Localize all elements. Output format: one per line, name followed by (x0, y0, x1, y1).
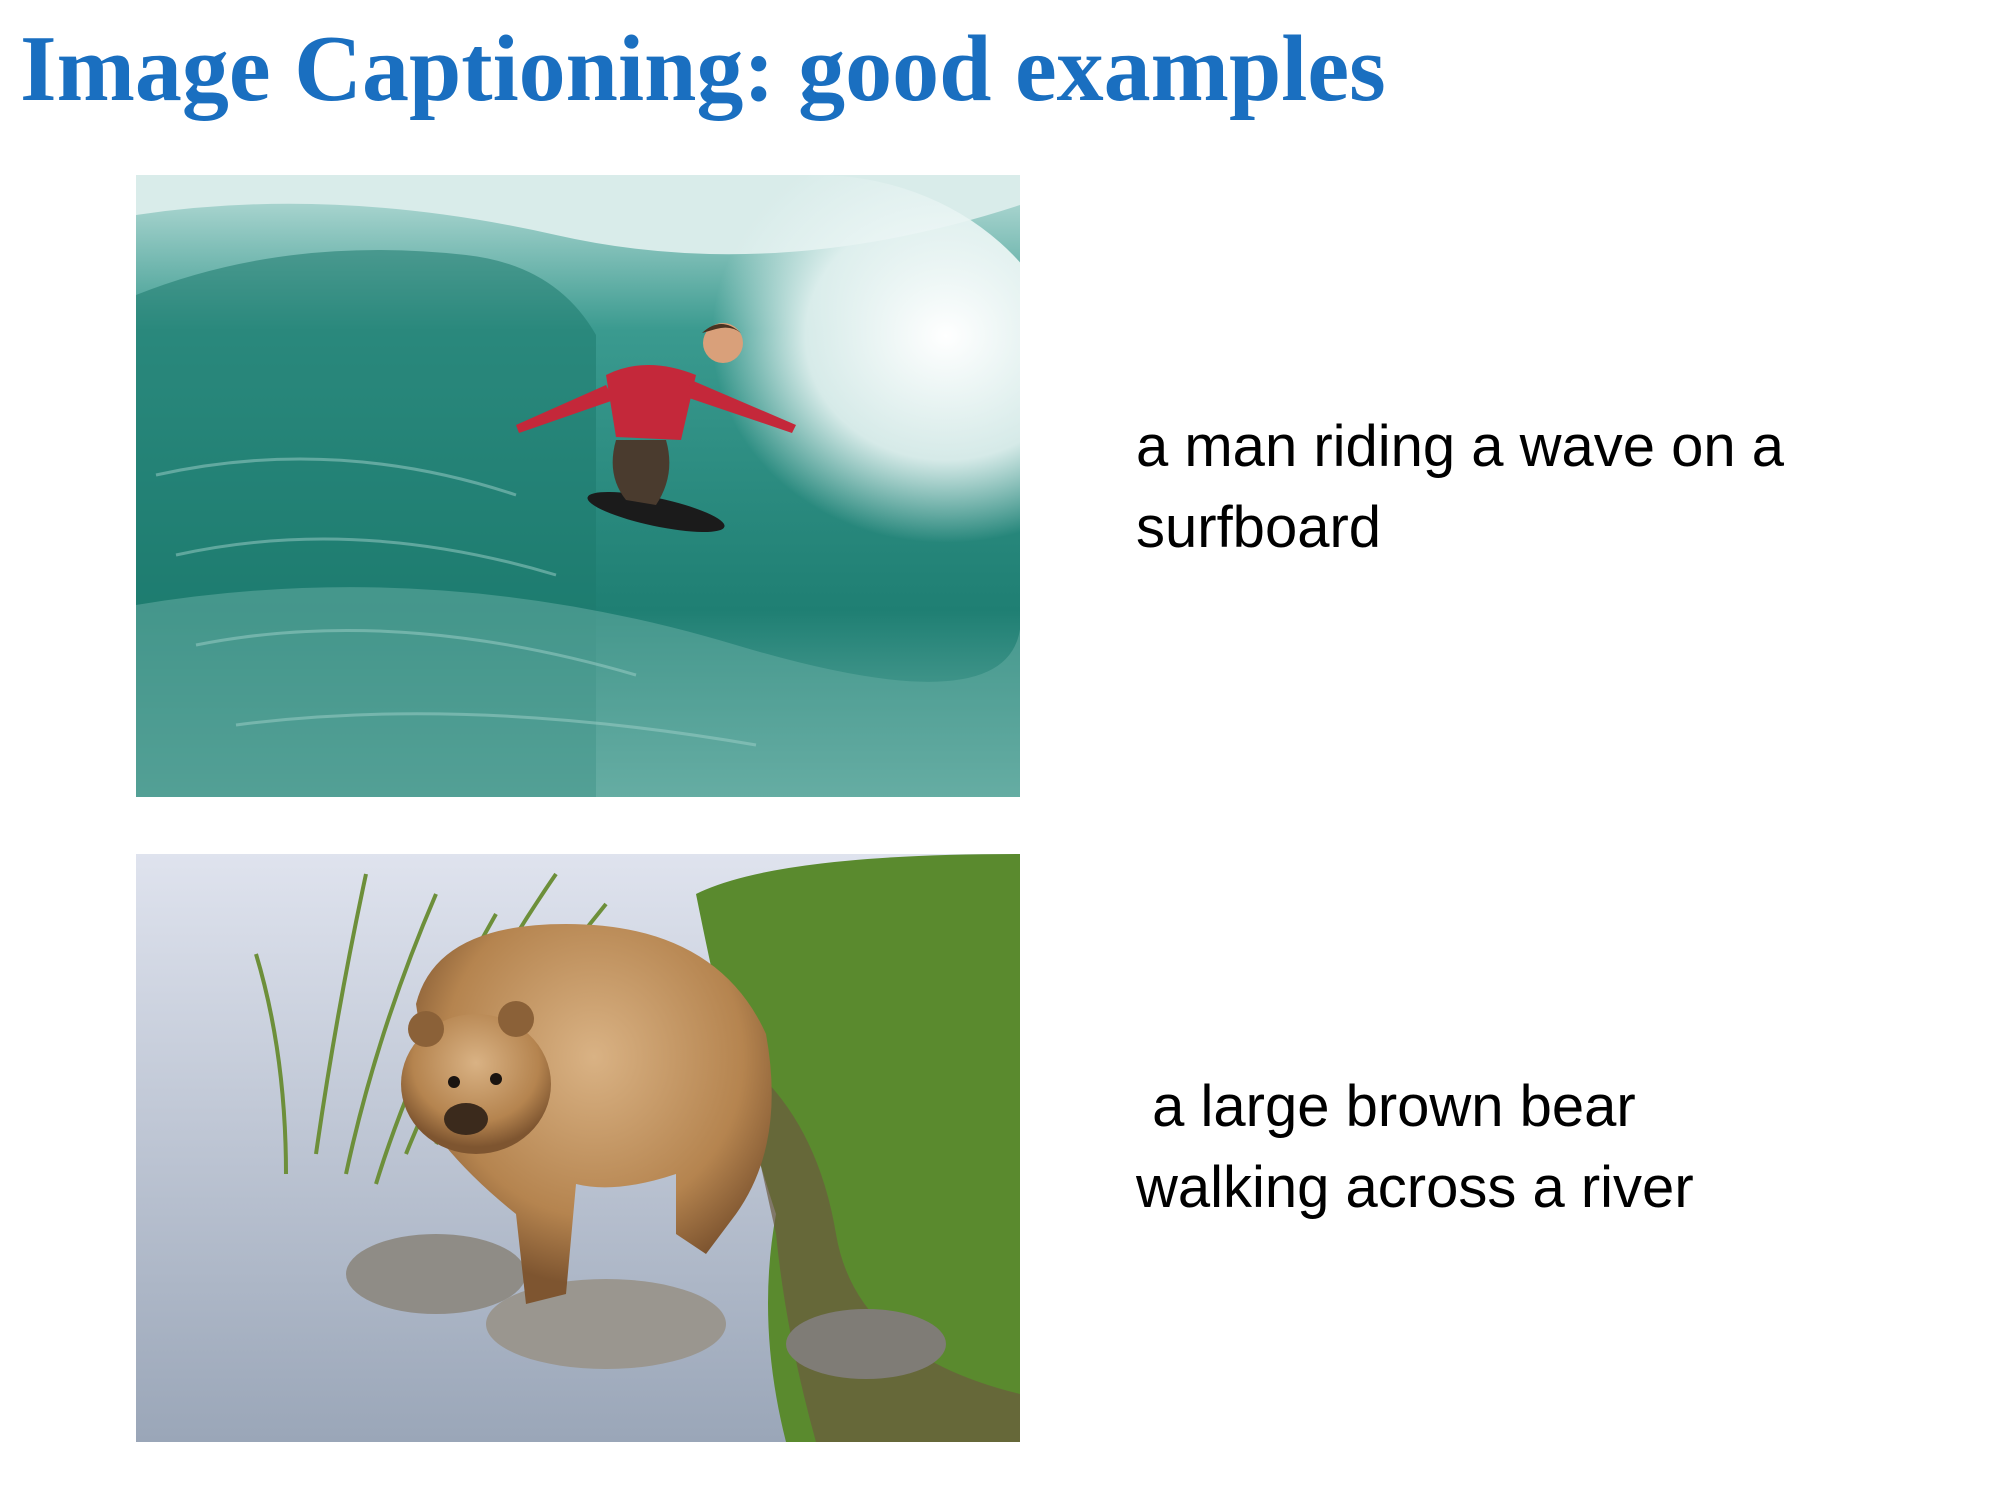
brown-bear-photo (136, 854, 1020, 1442)
caption-surfer: a man riding a wave on a surfboard (1136, 414, 1785, 560)
slide: Image Captioning: good examples a man ri… (0, 0, 2000, 1500)
slide-title: Image Captioning: good examples (20, 17, 1386, 121)
caption-bear: a large brown bear walking across a rive… (1136, 1074, 1694, 1220)
surfer-photo (136, 175, 1020, 797)
